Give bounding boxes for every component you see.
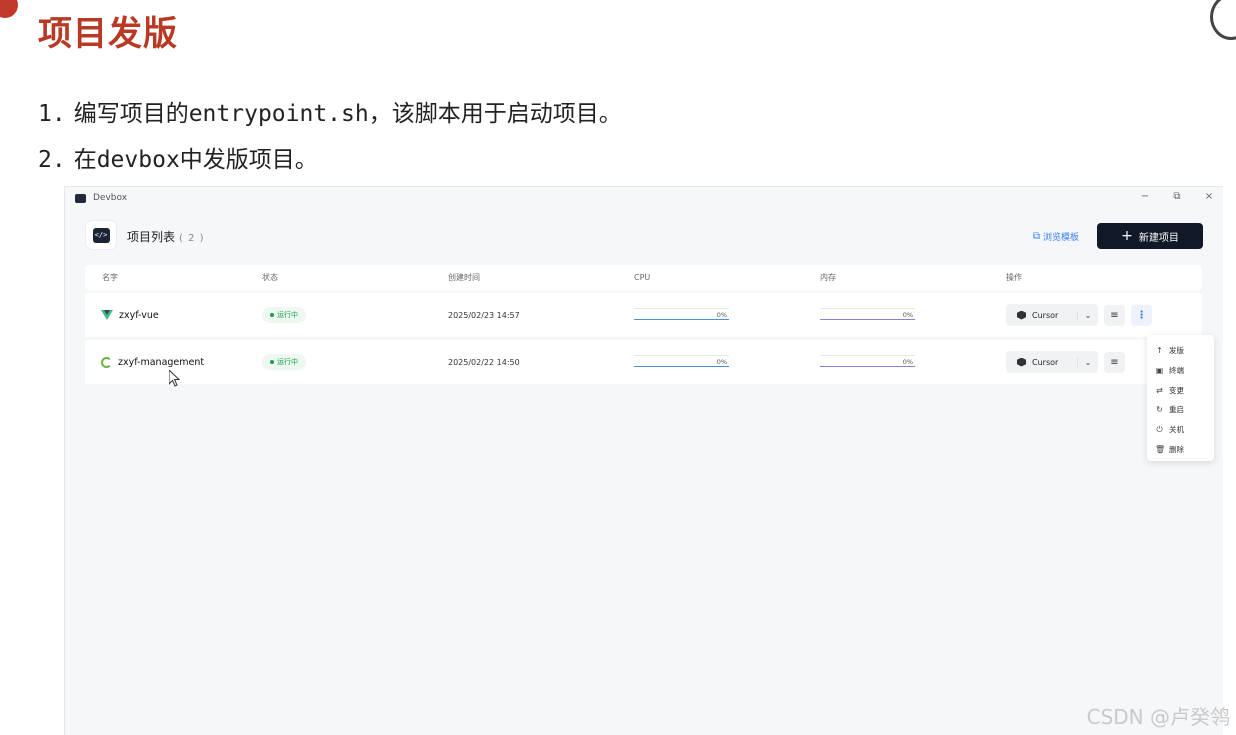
corner-decoration [0,0,18,18]
cpu-meter: 0% [634,306,729,324]
page-title: 项目列表( 2 ) [127,230,205,244]
code-icon: </> [92,227,110,243]
open-ide-button[interactable]: Cursor ⌄ [1006,304,1098,326]
terminal-icon: ▣ [1155,366,1164,376]
page-header: </> 项目列表( 2 ) ⧉ 浏览模板 + 新建项目 [86,221,1203,251]
watermark: CSDN @卢癸鸰 [1086,705,1230,729]
column-header-cpu: CPU [634,273,651,282]
created-time: 2025/02/22 14:50 [448,357,520,367]
project-table: 名字 状态 创建时间 CPU 内存 操作 zxyf-vue 运行中 2025/0… [85,265,1202,384]
close-button[interactable]: × [1203,191,1215,202]
cpu-cell: 0% [634,353,820,371]
more-actions-menu: ↑ 发版 ▣ 终端 ⇄ 变更 ↻ 重启 ⏻ 关机 🗑 删除 [1147,335,1214,461]
window-titlebar: Devbox [65,187,1223,209]
column-header-status: 状态 [262,273,278,282]
devbox-app-icon [75,193,86,203]
memory-meter: 0% [820,353,915,371]
swap-icon: ⇄ [1156,385,1163,395]
restore-button[interactable]: ⧉ [1171,191,1183,202]
chevron-down-icon[interactable]: ⌄ [1077,357,1098,367]
restart-icon: ↻ [1156,405,1163,415]
window-controls: − ⧉ × [1139,191,1215,202]
corner-ring-decoration [1210,0,1236,40]
window-title: Devbox [93,193,128,203]
status-dot-icon [270,360,274,364]
status-badge: 运行中 [262,354,306,370]
menu-item-terminal[interactable]: ▣ 终端 [1147,361,1214,381]
step-1: 1. 编写项目的entrypoint.sh，该脚本用于启动项目。 [38,101,622,127]
open-ide-button[interactable]: Cursor ⌄ [1006,351,1098,373]
minimize-button[interactable]: − [1139,191,1151,202]
menu-item-delete[interactable]: 🗑 删除 [1147,439,1214,459]
cursor-ide-icon [1017,310,1026,320]
more-vertical-icon: ⋮ [1136,309,1147,321]
more-actions-button[interactable]: ⋮ [1131,304,1152,326]
project-name-cell: zxyf-vue [85,310,262,321]
browse-templates-link[interactable]: ⧉ 浏览模板 [1033,230,1079,243]
new-project-button[interactable]: + 新建项目 [1097,223,1203,249]
arrow-up-icon: ↑ [1156,346,1163,356]
menu-item-shutdown[interactable]: ⏻ 关机 [1147,420,1214,440]
step-2: 2. 在devbox中发版项目。 [38,147,318,173]
list-icon: ≡ [1110,309,1119,321]
memory-cell: 0% [820,306,1006,324]
project-count: ( 2 ) [179,233,205,244]
cursor-ide-icon [1017,357,1026,367]
vue-icon [101,310,113,320]
column-header-name: 名字 [102,273,118,282]
cpu-cell: 0% [634,306,820,324]
column-header-memory: 内存 [820,273,836,282]
details-button[interactable]: ≡ [1104,304,1125,326]
devbox-logo: </> [86,221,116,249]
status-cell: 运行中 [262,354,448,370]
status-cell: 运行中 [262,307,448,323]
trash-icon: 🗑 [1155,444,1166,454]
status-dot-icon [270,313,274,317]
details-button[interactable]: ≡ [1104,351,1125,373]
table-header: 名字 状态 创建时间 CPU 内存 操作 [85,265,1202,290]
template-icon: ⧉ [1032,231,1040,242]
table-row[interactable]: zxyf-management 运行中 2025/02/22 14:50 0% … [85,340,1202,384]
menu-item-release[interactable]: ↑ 发版 [1147,341,1214,361]
menu-item-change[interactable]: ⇄ 变更 [1147,380,1214,400]
slide-title: 项目发版 [38,14,178,54]
spring-icon [101,356,112,368]
column-header-created: 创建时间 [448,273,480,282]
status-badge: 运行中 [262,307,306,323]
plus-icon: + [1121,228,1133,244]
column-header-actions: 操作 [1006,273,1022,282]
cpu-meter: 0% [634,353,729,371]
table-row[interactable]: zxyf-vue 运行中 2025/02/23 14:57 0% 0% Curs… [85,293,1202,337]
devbox-window: Devbox − ⧉ × </> 项目列表( 2 ) ⧉ 浏览模板 + 新建项目… [64,186,1223,735]
created-time: 2025/02/23 14:57 [448,310,520,320]
actions-cell: Cursor ⌄ ≡ ⋮ [1006,304,1202,326]
project-name-cell: zxyf-management [85,356,262,368]
chevron-down-icon[interactable]: ⌄ [1077,310,1098,320]
menu-item-restart[interactable]: ↻ 重启 [1147,400,1214,420]
power-icon: ⏻ [1156,424,1163,434]
memory-meter: 0% [820,306,915,324]
memory-cell: 0% [820,353,1006,371]
list-icon: ≡ [1110,356,1119,368]
